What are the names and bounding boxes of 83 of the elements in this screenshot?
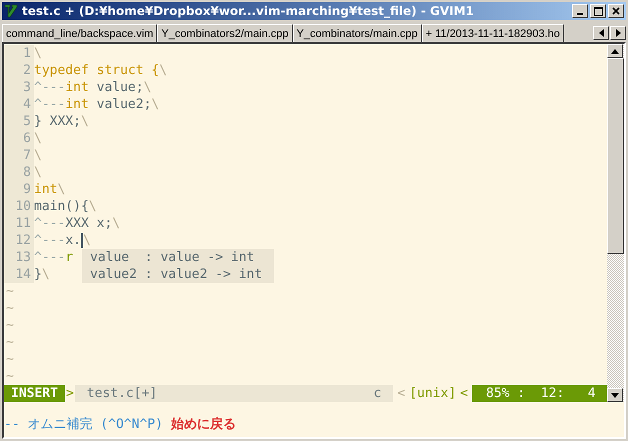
file-type: c — [374, 385, 382, 402]
eol-marker: \ — [159, 62, 168, 79]
close-icon — [612, 7, 620, 15]
maximize-icon — [594, 6, 602, 16]
code-text: int — [65, 79, 89, 96]
line-number: 9 — [4, 181, 34, 198]
cursor-position: 85% : 12: 4 — [472, 385, 607, 402]
eol-marker: \ — [34, 164, 42, 181]
tab[interactable]: Y_combinators2/main.cpp — [157, 24, 293, 42]
line-number: 13 — [4, 249, 34, 266]
maximize-button[interactable] — [590, 4, 606, 18]
scroll-up-button[interactable] — [607, 44, 623, 58]
scrollbar[interactable] — [607, 44, 624, 402]
filler-tilde: ~ — [6, 369, 14, 384]
filler-tilde: ~ — [6, 318, 14, 333]
message-text: -- オムニ補完 (^O^N^P) — [4, 416, 163, 434]
right-arrow-icon — [616, 29, 620, 37]
code-text: r — [65, 249, 74, 266]
file-format: [unix] — [409, 385, 456, 402]
eol-marker: \ — [112, 215, 120, 232]
scroll-right-button[interactable] — [610, 26, 626, 40]
eol-marker: \ — [151, 96, 160, 113]
line-number: 7 — [4, 147, 34, 164]
down-arrow-icon — [611, 392, 619, 398]
close-button[interactable] — [608, 4, 624, 18]
code-text: int — [65, 96, 89, 113]
line-number: 11 — [4, 215, 34, 232]
code-text: XXX x; — [65, 215, 112, 232]
filler-tilde: ~ — [6, 301, 14, 316]
line-number: 14 — [4, 266, 34, 283]
status-separator: < — [396, 385, 406, 402]
status-separator: < — [459, 385, 469, 402]
completion-item[interactable]: value : value -> int — [82, 249, 274, 266]
code-text: } — [34, 266, 42, 283]
tab[interactable]: Y_combinators/main.cpp — [292, 24, 422, 42]
code-text: } XXX; — [34, 113, 81, 130]
code-text: typedef struct { — [34, 62, 160, 79]
code-text: value; — [96, 79, 144, 96]
file-name: test.c[+] — [86, 385, 158, 402]
eol-marker: \ — [80, 113, 89, 130]
filler-tilde: ~ — [6, 352, 14, 367]
line-number: 4 — [4, 96, 34, 113]
code-text: ^--- — [34, 249, 66, 266]
alert-text: 始めに戻る — [170, 416, 236, 434]
left-arrow-icon — [598, 29, 604, 37]
eol-marker: \ — [144, 79, 152, 96]
status-separator: > — [64, 385, 75, 402]
filler-tilde: ~ — [6, 284, 14, 299]
eol-marker: \ — [42, 266, 50, 283]
vim-logo-icon — [4, 4, 18, 18]
line-number: 5 — [4, 113, 34, 130]
code-text: value2; — [96, 96, 152, 113]
scrollbar-thumb[interactable] — [607, 58, 624, 254]
line-number: 10 — [4, 198, 34, 215]
eol-marker: \ — [34, 147, 42, 164]
eol-marker: \ — [34, 130, 42, 147]
tab[interactable]: + 11/2013-11-11-182903.ho — [422, 24, 564, 42]
window-title: test.c + (D:¥home¥Dropbox¥wor...vim-marching¥test_file) - GVIM1 — [22, 3, 475, 20]
code-text: int — [34, 181, 58, 198]
mode-indicator: INSERT — [4, 385, 65, 402]
code-text: ^--- — [34, 232, 66, 249]
eol-marker: \ — [82, 232, 91, 249]
code-text: ^--- — [34, 215, 66, 232]
line-number: 2 — [4, 62, 34, 79]
filler-tilde: ~ — [6, 335, 14, 350]
tab[interactable]: command_line/backspace.vim — [2, 24, 158, 42]
eol-marker: \ — [34, 45, 42, 62]
scroll-left-button[interactable] — [593, 26, 609, 40]
code-text: ^--- — [34, 96, 66, 113]
line-number: 8 — [4, 164, 34, 181]
line-number: 3 — [4, 79, 34, 96]
line-number: 12 — [4, 232, 34, 249]
line-number: 1 — [4, 45, 34, 62]
code-text: x. — [65, 232, 81, 249]
eol-marker: \ — [88, 198, 97, 215]
completion-item[interactable]: value2 : value2 -> int — [82, 266, 274, 283]
eol-marker: \ — [57, 181, 66, 198]
scroll-down-button[interactable] — [607, 388, 623, 402]
code-text: ^--- — [34, 79, 66, 96]
up-arrow-icon — [611, 48, 619, 54]
minimize-button[interactable] — [572, 4, 588, 18]
line-number: 6 — [4, 130, 34, 147]
code-text: main(){ — [34, 198, 89, 215]
